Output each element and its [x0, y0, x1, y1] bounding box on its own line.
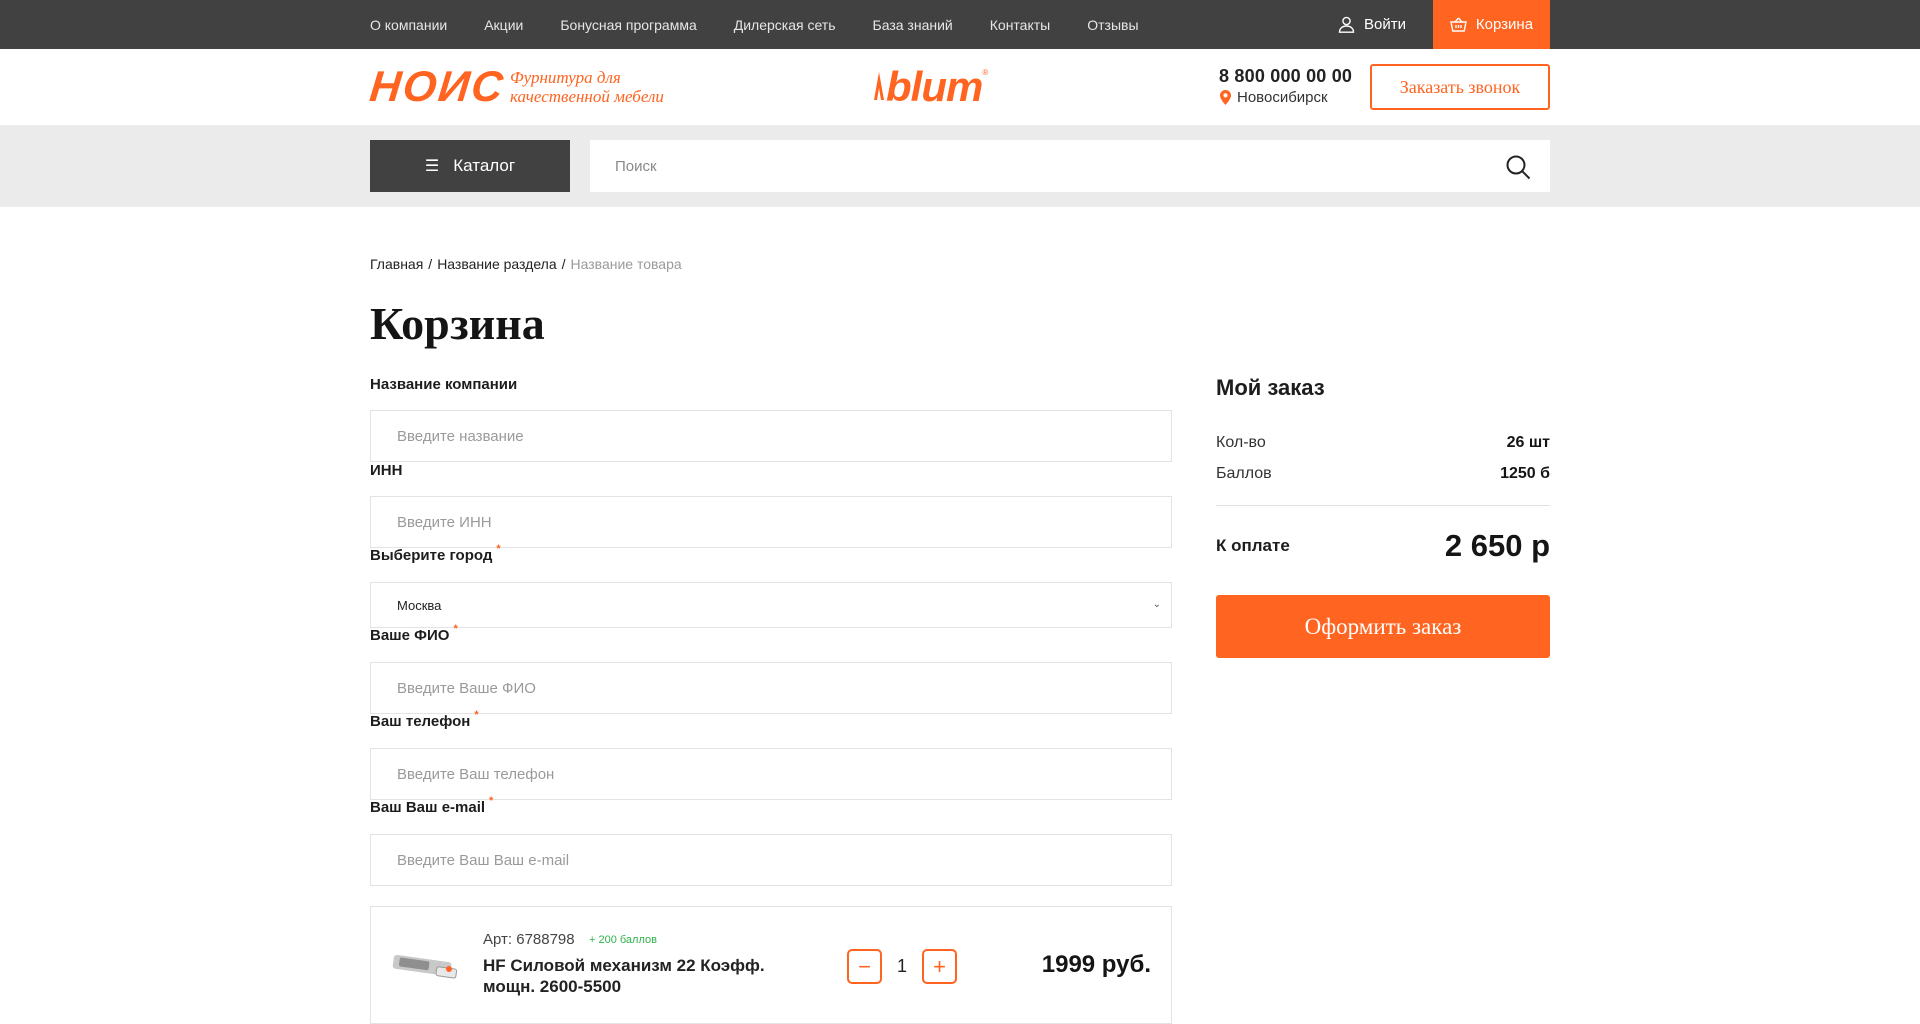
place-order-button[interactable]: Оформить заказ — [1216, 595, 1550, 658]
nav-item-about[interactable]: О компании — [370, 17, 447, 33]
nav-item-promotions[interactable]: Акции — [484, 17, 523, 33]
quantity-decrease-button[interactable]: − — [847, 949, 882, 984]
summary-qty-value: 26 шт — [1506, 434, 1550, 451]
city-select-label-text: Выберите город — [370, 547, 493, 564]
quantity-increase-button[interactable]: + — [922, 949, 957, 984]
user-icon — [1338, 16, 1355, 33]
email-label: Ваш Ваш e-mail * — [370, 795, 493, 816]
fio-label: Ваше ФИО * — [370, 623, 458, 644]
inn-label-text: ИНН — [370, 462, 403, 479]
required-mark: * — [474, 709, 479, 721]
catalog-button[interactable]: ☰ Каталог — [370, 140, 570, 192]
company-label-text: Название компании — [370, 376, 518, 393]
summary-points-value: 1250 б — [1500, 465, 1550, 482]
login-button[interactable]: Войти — [1338, 0, 1406, 49]
logo-tagline: Фурнитура для качественной мебели — [510, 68, 664, 106]
city-select[interactable]: Москва ⌄ — [370, 582, 1172, 628]
search-input[interactable] — [590, 140, 1550, 192]
search-icon[interactable] — [1505, 154, 1531, 180]
city-label: Новосибирск — [1237, 89, 1328, 106]
phone-label: Ваш телефон * — [370, 709, 479, 730]
summary-total-row: К оплате 2 650 р — [1216, 528, 1550, 564]
breadcrumb-current: Название товара — [570, 256, 682, 272]
summary-total-label: К оплате — [1216, 536, 1290, 555]
summary-divider — [1216, 505, 1550, 506]
cart-item: Арт: 6788798 + 200 баллов HF Силовой мех… — [370, 906, 1172, 1024]
top-nav: О компании Акции Бонусная программа Диле… — [370, 0, 1176, 49]
cart-label: Корзина — [1475, 16, 1534, 33]
basket-icon — [1450, 17, 1467, 32]
chevron-down-icon: ⌄ — [1152, 599, 1161, 610]
nav-item-bonus-program[interactable]: Бонусная программа — [560, 17, 696, 33]
summary-points-row: Баллов 1250 б — [1216, 465, 1550, 483]
required-mark: * — [453, 623, 458, 635]
required-mark: * — [496, 543, 501, 555]
phone-label-text: Ваш телефон — [370, 713, 471, 730]
location-pin-icon — [1220, 90, 1231, 105]
blum-arrow-icon — [874, 72, 884, 100]
page-title: Корзина — [370, 298, 545, 349]
city-select-label: Выберите город * — [370, 543, 501, 564]
company-field[interactable] — [370, 410, 1172, 462]
email-field[interactable] — [370, 834, 1172, 886]
nav-item-contacts[interactable]: Контакты — [990, 17, 1050, 33]
nav-item-knowledge-base[interactable]: База знаний — [873, 17, 953, 33]
summary-qty-row: Кол-во 26 шт — [1216, 434, 1550, 452]
required-mark: * — [489, 795, 494, 807]
nav-item-reviews[interactable]: Отзывы — [1087, 17, 1138, 33]
summary-qty-label: Кол-во — [1216, 434, 1266, 451]
summary-points-label: Баллов — [1216, 465, 1272, 482]
city-select-value: Москва — [397, 597, 442, 613]
phone-number[interactable]: 8 800 000 00 00 — [1219, 66, 1352, 87]
order-summary-title: Мой заказ — [1216, 375, 1325, 400]
nois-logo[interactable]: НОИС — [367, 63, 507, 111]
city-selector[interactable]: Новосибирск — [1220, 89, 1328, 106]
summary-total-value: 2 650 р — [1444, 528, 1550, 563]
quantity-value[interactable]: 1 — [889, 956, 915, 977]
login-label: Войти — [1364, 16, 1406, 33]
cart-button[interactable]: Корзина — [1433, 0, 1550, 49]
catalog-label: Каталог — [453, 156, 516, 175]
nav-item-dealer-network[interactable]: Дилерская сеть — [734, 17, 836, 33]
blum-wordmark: blum — [886, 63, 983, 110]
fio-field[interactable] — [370, 662, 1172, 714]
breadcrumb: Главная / Название раздела / Название товара — [370, 256, 682, 272]
breadcrumb-separator: / — [561, 256, 566, 272]
product-article: Арт: 6788798 — [483, 931, 575, 948]
product-image[interactable] — [389, 945, 463, 987]
product-name[interactable]: HF Силовой механизм 22 Коэфф. мощн. 2600… — [483, 955, 813, 997]
inn-field[interactable] — [370, 496, 1172, 548]
breadcrumb-item-home[interactable]: Главная — [370, 256, 423, 272]
fio-label-text: Ваше ФИО — [370, 627, 450, 644]
blum-logo: blum ® — [872, 66, 988, 108]
product-bonus-badge: + 200 баллов — [589, 934, 657, 946]
company-label: Название компании — [370, 376, 517, 393]
callback-button[interactable]: Заказать звонок — [1370, 64, 1550, 110]
product-price: 1999 руб. — [1041, 951, 1151, 978]
phone-field[interactable] — [370, 748, 1172, 800]
email-label-text: Ваш Ваш e-mail — [370, 799, 486, 816]
menu-icon: ☰ — [424, 158, 440, 175]
breadcrumb-item-section[interactable]: Название раздела — [437, 256, 556, 272]
breadcrumb-separator: / — [428, 256, 433, 272]
blum-registered-mark: ® — [982, 68, 989, 77]
inn-label: ИНН — [370, 462, 402, 479]
